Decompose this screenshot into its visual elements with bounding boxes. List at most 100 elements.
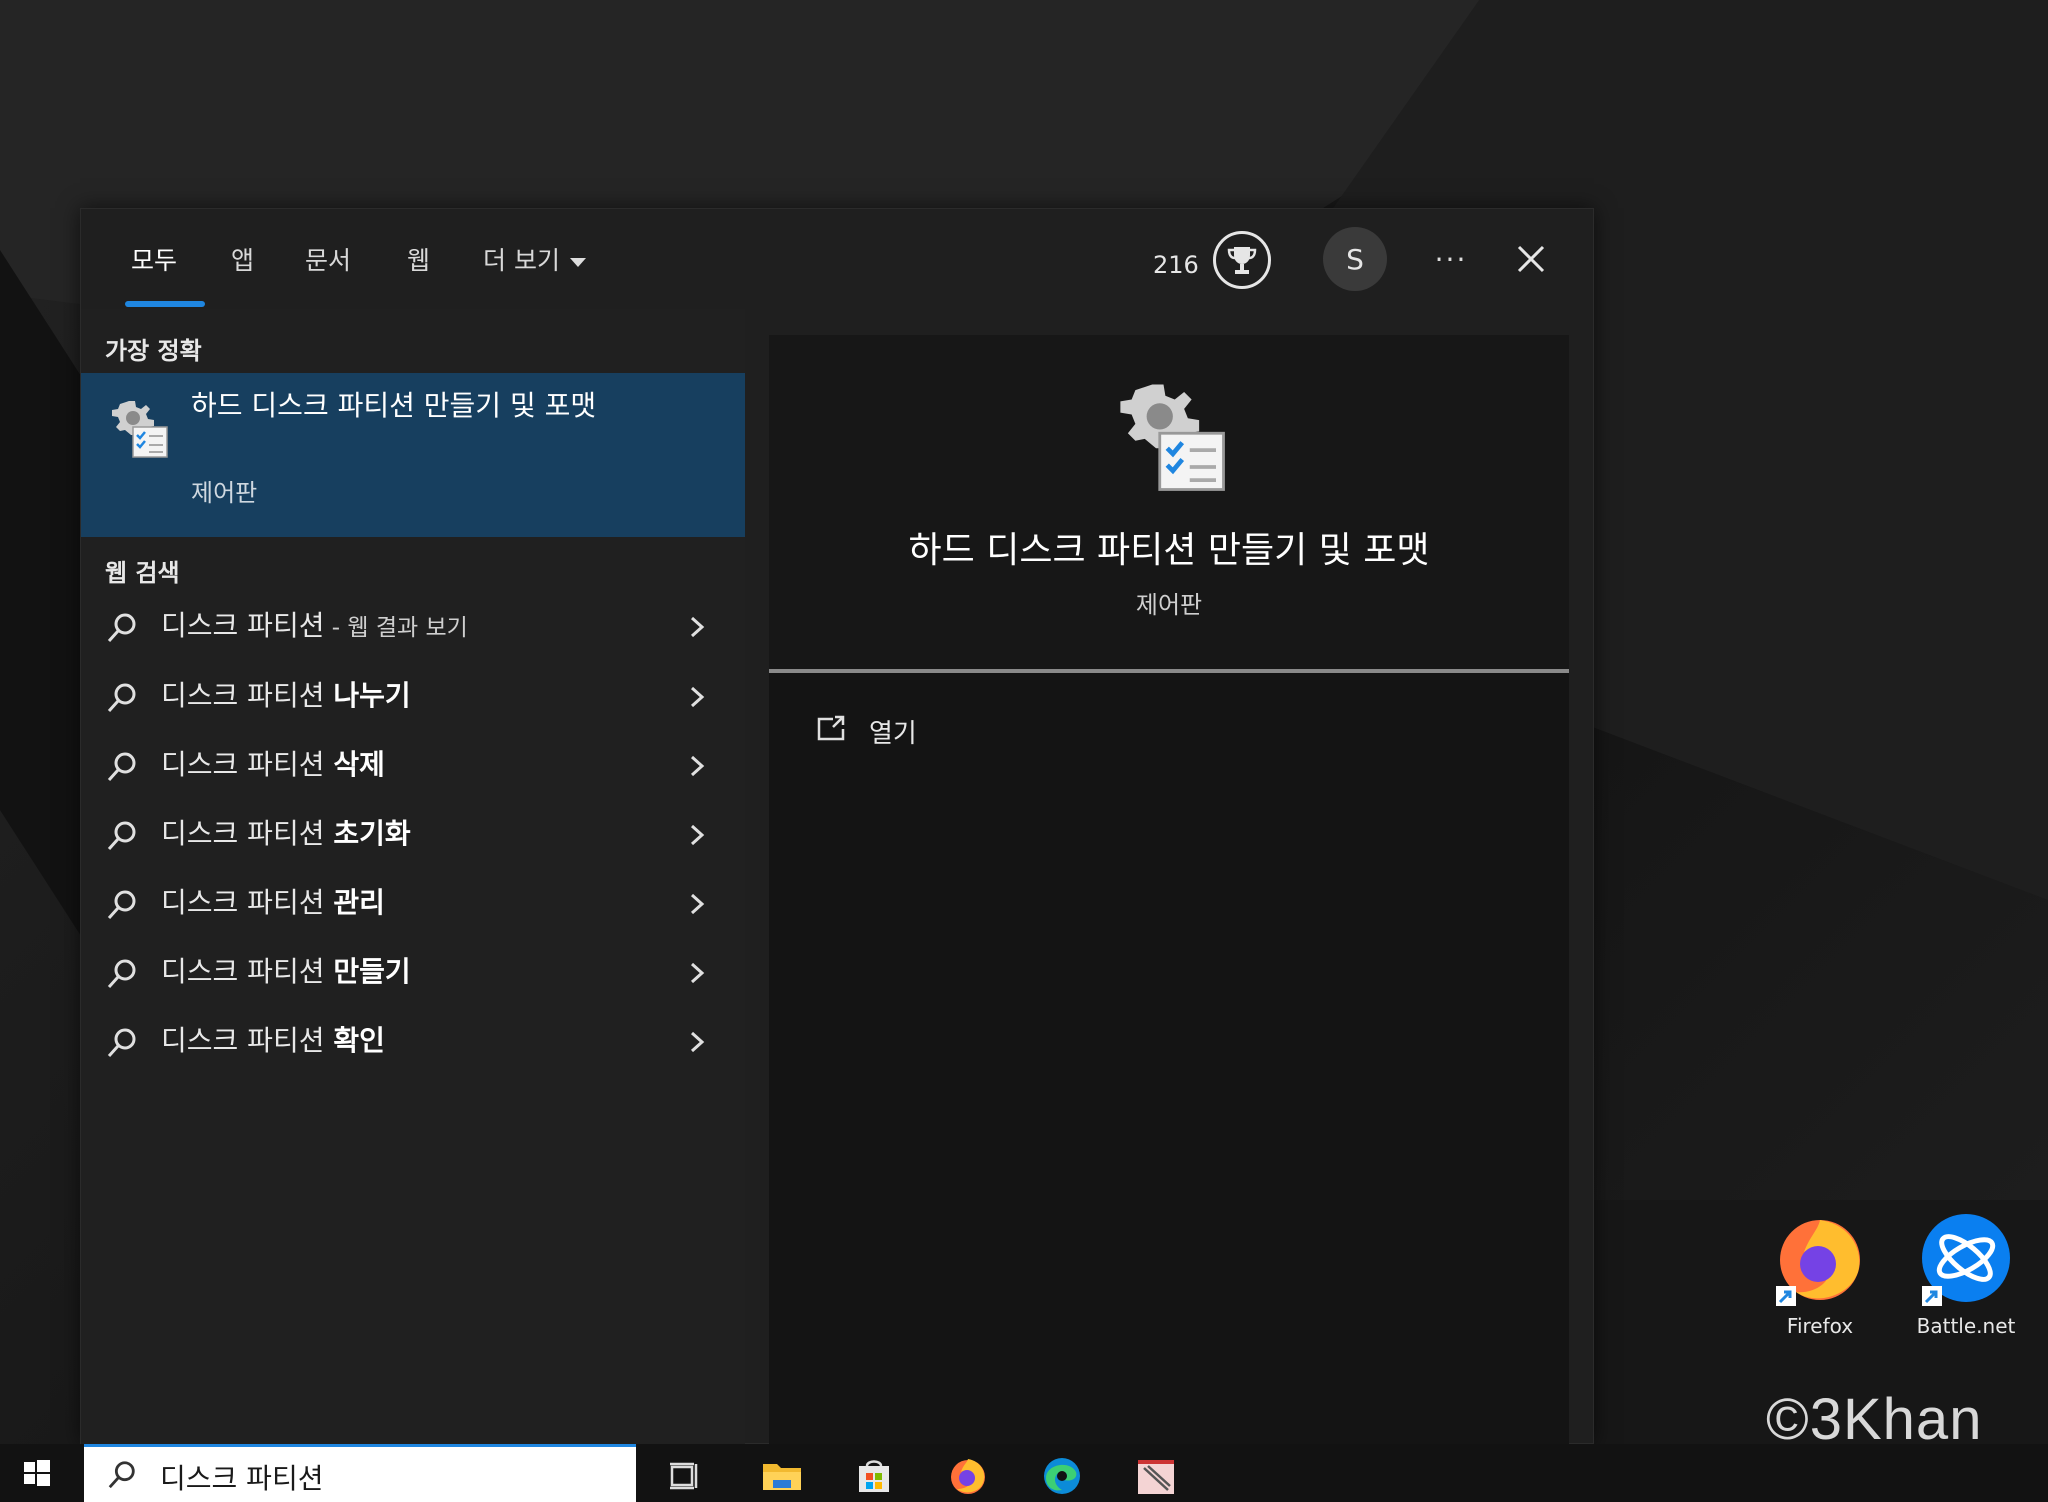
search-icon (107, 821, 136, 851)
web-search-item-label: 디스크 파티션 - 웹 결과 보기 (161, 607, 468, 647)
query-text: 디스크 파티션 (161, 886, 334, 919)
account-avatar[interactable]: S (1323, 227, 1387, 291)
search-icon (107, 752, 136, 782)
chevron-right-icon (690, 755, 705, 777)
desktop-icon-label: Firefox (1786, 1314, 1854, 1338)
query-text: 디스크 파티션 (161, 609, 325, 642)
chevron-right-icon (690, 824, 705, 846)
taskbar-snipping-tool[interactable] (1130, 1450, 1182, 1502)
web-search-item-label: 디스크 파티션 삭제 (161, 746, 385, 784)
query-text: 디스크 파티션 (161, 1024, 334, 1057)
rewards-trophy-icon[interactable] (1213, 231, 1271, 289)
search-icon (108, 1461, 135, 1489)
more-options-button[interactable]: ··· (1421, 227, 1481, 291)
snipping-tool-icon (1138, 1460, 1174, 1494)
tab-web[interactable]: 웹 (407, 239, 430, 283)
query-suffix: - 웹 결과 보기 (324, 615, 468, 641)
task-view-icon (670, 1462, 698, 1490)
task-view-button[interactable] (658, 1450, 710, 1502)
control-panel-disk-icon (1120, 384, 1225, 491)
web-search-item[interactable]: 디스크 파티션 - 웹 결과 보기 (81, 595, 745, 659)
desktop-icon-label: Battle.net (1916, 1314, 2016, 1338)
taskbar-file-explorer[interactable] (756, 1450, 808, 1502)
wallpaper-facet (0, 250, 90, 950)
web-search-item[interactable]: 디스크 파티션 확인 (81, 1010, 745, 1074)
search-icon (107, 959, 136, 989)
best-match-result[interactable]: 하드 디스크 파티션 만들기 및 포맷 제어판 (81, 373, 745, 537)
web-search-item-label: 디스크 파티션 관리 (161, 884, 385, 922)
best-match-subtitle: 제어판 (191, 479, 258, 507)
preview-title: 하드 디스크 파티션 만들기 및 포맷 (908, 530, 1430, 571)
desktop-icon-battlenet[interactable]: Battle.net (1906, 1210, 2026, 1350)
start-button[interactable] (14, 1450, 60, 1496)
web-search-header: 웹 검색 (105, 559, 180, 587)
trophy-icon (1227, 247, 1257, 274)
web-search-item[interactable]: 디스크 파티션 관리 (81, 872, 745, 936)
store-icon (859, 1460, 889, 1492)
query-text: 디스크 파티션 (161, 817, 334, 850)
query-text: 디스크 파티션 (161, 748, 334, 781)
desktop-icon-firefox[interactable]: Firefox (1760, 1210, 1880, 1350)
rewards-points: 216 (1153, 251, 1199, 279)
results-list: 가장 정확 하드 디스크 파티션 만들기 및 포맷 제어판 웹 검색 디스크 파… (81, 309, 745, 1445)
web-search-item[interactable]: 디스크 파티션 삭제 (81, 734, 745, 798)
chevron-right-icon (690, 1031, 705, 1053)
web-search-item-label: 디스크 파티션 만들기 (161, 953, 411, 991)
tab-more-dropdown[interactable]: 더 보기 (483, 239, 586, 283)
chevron-right-icon (690, 962, 705, 984)
firefox-icon (951, 1459, 985, 1494)
best-match-header: 가장 정확 (105, 337, 202, 365)
chevron-right-icon (690, 893, 705, 915)
tab-documents[interactable]: 문서 (305, 239, 351, 283)
tab-all[interactable]: 모두 (131, 239, 177, 283)
web-search-item[interactable]: 디스크 파티션 만들기 (81, 941, 745, 1005)
open-action[interactable]: 열기 (809, 705, 1109, 761)
battlenet-icon (1922, 1214, 2010, 1306)
query-completion: 나누기 (333, 679, 411, 712)
edge-icon (1044, 1458, 1080, 1494)
query-completion: 관리 (333, 886, 385, 919)
windows-logo-icon (24, 1460, 50, 1486)
best-match-title: 하드 디스크 파티션 만들기 및 포맷 (191, 389, 597, 422)
tab-apps[interactable]: 앱 (231, 239, 254, 283)
search-icon (107, 613, 136, 643)
web-search-item-label: 디스크 파티션 나누기 (161, 677, 411, 715)
taskbar-store[interactable] (848, 1450, 900, 1502)
search-icon (107, 890, 136, 920)
query-text: 디스크 파티션 (161, 955, 334, 988)
open-icon (817, 715, 845, 741)
search-icon (107, 683, 136, 713)
query-text: 디스크 파티션 (161, 679, 334, 712)
close-icon (1517, 245, 1545, 273)
firefox-icon (1776, 1220, 1860, 1306)
search-icon (107, 1028, 136, 1058)
close-button[interactable] (1499, 227, 1563, 291)
search-topbar: 모두 앱 문서 웹 더 보기 216 S ··· (81, 209, 1593, 309)
web-search-item[interactable]: 디스크 파티션 초기화 (81, 803, 745, 867)
active-tab-indicator (125, 301, 205, 307)
caret-down-icon (569, 257, 586, 267)
taskbar-search-box[interactable]: 디스크 파티션 (84, 1444, 636, 1502)
preview-subtitle: 제어판 (1135, 591, 1203, 619)
watermark: ©3Khan (1766, 1387, 1983, 1444)
open-action-label: 열기 (869, 719, 917, 749)
search-window: 모두 앱 문서 웹 더 보기 216 S ··· 가장 정확 하드 디스크 파티… (80, 208, 1594, 1445)
taskbar-edge[interactable] (1036, 1450, 1088, 1502)
taskbar-search-input[interactable]: 디스크 파티션 (160, 1457, 323, 1497)
tab-more-label: 더 보기 (483, 246, 560, 275)
control-panel-disk-icon (112, 401, 168, 458)
query-completion: 확인 (333, 1024, 385, 1057)
folder-icon (763, 1464, 801, 1490)
taskbar: 디스크 파티션 (0, 1444, 2048, 1502)
taskbar-firefox[interactable] (942, 1450, 994, 1502)
query-completion: 만들기 (333, 955, 411, 988)
web-search-item-label: 디스크 파티션 초기화 (161, 815, 411, 853)
web-search-item-label: 디스크 파티션 확인 (161, 1022, 385, 1060)
query-completion: 초기화 (333, 817, 411, 850)
web-search-item[interactable]: 디스크 파티션 나누기 (81, 665, 745, 729)
chevron-right-icon (690, 616, 705, 638)
query-completion: 삭제 (333, 748, 385, 781)
preview-header: 하드 디스크 파티션 만들기 및 포맷 제어판 (769, 335, 1569, 673)
preview-pane: 하드 디스크 파티션 만들기 및 포맷 제어판 열기 (769, 335, 1569, 1445)
chevron-right-icon (690, 686, 705, 708)
